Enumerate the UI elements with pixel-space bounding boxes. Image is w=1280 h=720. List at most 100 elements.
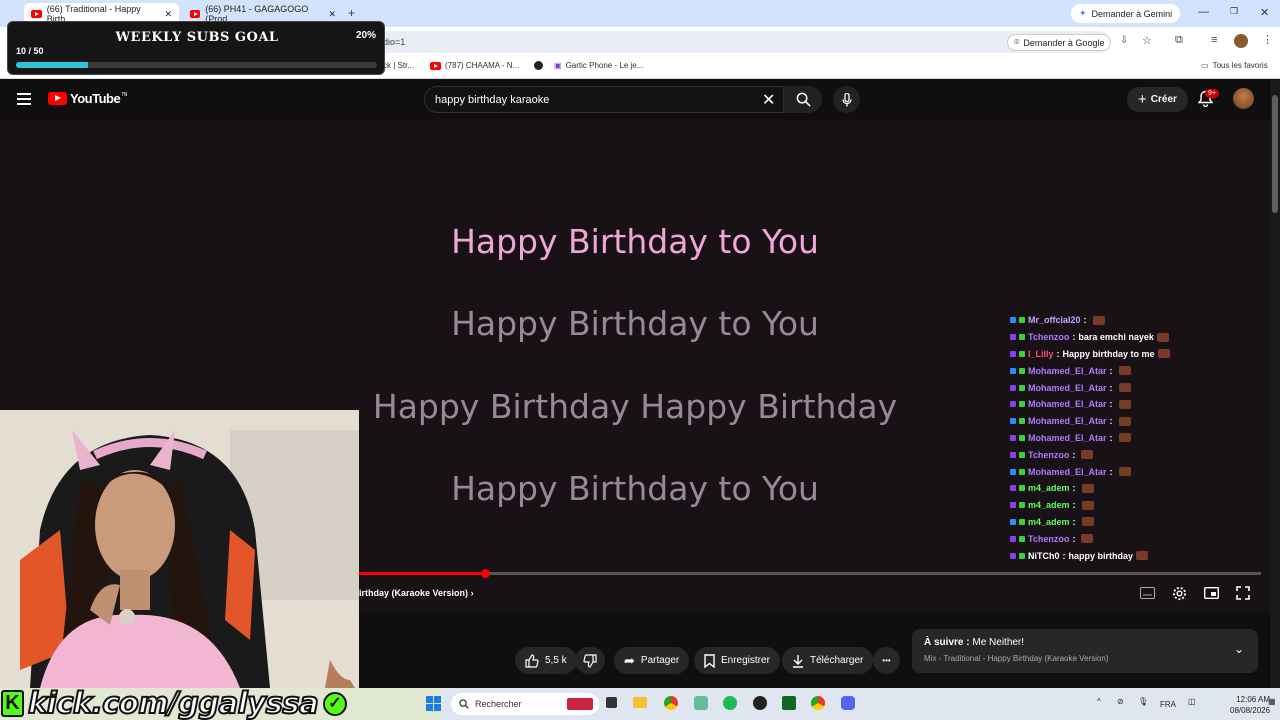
chat-text: bara emchi nayek — [1078, 332, 1154, 343]
browser-menu-icon[interactable]: ⋮ — [1262, 33, 1273, 46]
new-tab-button[interactable]: + — [348, 6, 355, 20]
search-input[interactable]: happy birthday karaoke — [424, 86, 784, 113]
chat-message: Tchenzoo : — [1010, 446, 1260, 463]
bookmark-item[interactable]: ck | Str... — [383, 61, 414, 70]
chat-separator: : — [1072, 483, 1076, 494]
bookmark-item[interactable]: (787) CHAAMA - N... — [430, 61, 519, 70]
chat-text: Happy birthday to me — [1062, 348, 1155, 359]
hamburger-menu-icon[interactable] — [17, 93, 31, 105]
terminal-app-icon[interactable] — [782, 696, 796, 710]
up-next-label: À suivre : — [924, 637, 970, 648]
taskbar-search[interactable]: Rechercher — [451, 693, 599, 715]
gemini-button[interactable]: ✦ Demander à Gemini — [1071, 4, 1181, 23]
tab-close-icon[interactable]: ✕ — [328, 9, 336, 20]
chat-badge-icon — [1019, 485, 1025, 492]
chat-separator: : — [1109, 432, 1113, 443]
verified-check-icon: ✓ — [323, 692, 347, 716]
tray-notification-icon[interactable]: ▦ — [1268, 697, 1276, 706]
snipping-tool-icon[interactable] — [694, 696, 708, 710]
gartic-icon: ▣ — [554, 61, 562, 70]
chat-username: Mohamed_El_Atar — [1028, 432, 1107, 443]
search-button[interactable] — [784, 86, 822, 113]
clear-search-icon[interactable]: ✕ — [762, 90, 775, 110]
spotify-icon[interactable] — [723, 696, 737, 710]
chat-username: Mohamed_El_Atar — [1028, 365, 1107, 376]
chat-username: Mr_offcial20 — [1028, 315, 1081, 326]
bookmark-item[interactable]: ▣ Gartic Phone - Le je... — [554, 61, 643, 70]
bookmark-item[interactable] — [534, 61, 543, 70]
more-actions-button[interactable]: ••• — [873, 647, 900, 674]
task-view-icon[interactable] — [606, 697, 617, 708]
lyric-line-1: Happy Birthday to You — [451, 222, 819, 261]
media-control-icon[interactable]: ≡ — [1211, 34, 1217, 46]
chat-emote-icon — [1092, 315, 1105, 325]
chat-message: NiTCh0 : happy birthday — [1010, 547, 1260, 564]
chat-badge-icon — [1010, 418, 1016, 425]
search-highlight-icon — [567, 698, 593, 710]
share-label: Partager — [640, 655, 680, 666]
chat-badge-icon — [1010, 334, 1016, 341]
dislike-button[interactable] — [575, 647, 605, 674]
taskbar-clock[interactable]: 12:06 AM 08/08/2026 — [1230, 694, 1270, 716]
folder-icon: ▭ — [1201, 61, 1209, 70]
notification-badge: 9+ — [1205, 89, 1219, 98]
like-button[interactable]: 5,5 k — [515, 647, 577, 674]
file-explorer-icon[interactable] — [633, 697, 647, 708]
chat-badge-icon — [1010, 468, 1016, 475]
video-progress-track[interactable] — [359, 572, 1261, 575]
chat-separator: : — [1109, 466, 1113, 477]
chat-badge-icon — [1019, 350, 1025, 357]
share-button[interactable]: ➦ Partager — [614, 647, 690, 674]
subtitles-icon[interactable] — [1140, 586, 1156, 602]
address-bar[interactable]: dio=1 — [375, 31, 1110, 53]
extensions-icon[interactable]: ⧉ — [1175, 34, 1183, 47]
maximize-icon[interactable]: ❐ — [1230, 6, 1238, 17]
account-avatar[interactable] — [1233, 88, 1254, 109]
chat-badge-icon — [1010, 401, 1016, 408]
video-progress-fill — [359, 572, 486, 575]
chat-badge-icon — [1019, 518, 1025, 525]
chat-message: m4_adem : — [1010, 480, 1260, 497]
obs-icon[interactable] — [753, 696, 767, 710]
chat-badge-icon — [1019, 502, 1025, 509]
voice-search-button[interactable] — [833, 86, 860, 113]
up-next-card[interactable]: À suivre : Me Neither! Mix - Traditional… — [912, 629, 1258, 673]
profile-avatar[interactable] — [1234, 34, 1248, 48]
discord-icon[interactable] — [841, 696, 855, 710]
fullscreen-icon[interactable] — [1236, 586, 1252, 602]
create-button[interactable]: + Créer — [1127, 87, 1188, 112]
google-lens-button[interactable]: ⌾ Demander à Google — [1007, 34, 1112, 51]
chevron-down-icon[interactable]: ⌄ — [1234, 642, 1244, 656]
all-bookmarks[interactable]: ▭ Tous les favoris — [1201, 61, 1268, 70]
scrollbar-thumb[interactable] — [1272, 95, 1278, 213]
settings-gear-icon[interactable] — [1172, 586, 1188, 602]
subs-goal-count: 10 / 50 — [16, 46, 44, 56]
close-window-icon[interactable]: ✕ — [1260, 6, 1269, 19]
chat-badge-icon — [1010, 502, 1016, 509]
youtube-logo[interactable]: YouTube TN — [48, 91, 127, 106]
chat-badge-icon — [1010, 317, 1016, 324]
tray-wifi-volume-icon[interactable]: ◫ — [1188, 697, 1196, 706]
youtube-logo-icon — [48, 92, 67, 105]
bookmark-star-icon[interactable]: ☆ — [1142, 34, 1152, 47]
windows-start-icon[interactable] — [426, 696, 441, 711]
minimize-icon[interactable]: — — [1198, 6, 1209, 18]
install-icon[interactable]: ⇩ — [1120, 35, 1128, 46]
chat-separator: : — [1062, 550, 1066, 561]
tray-chevron-icon[interactable]: ^ — [1097, 697, 1101, 706]
download-button[interactable]: Télécharger — [782, 647, 874, 674]
subs-goal-title: WEEKLY SUBS GOAL — [115, 30, 279, 45]
chat-username: Tchenzoo — [1028, 332, 1070, 343]
search-icon — [459, 699, 469, 709]
keyboard-language[interactable]: FRA — [1160, 700, 1176, 709]
video-chapter-title[interactable]: irthday (Karaoke Version) › — [359, 588, 474, 598]
logo-region: TN — [121, 91, 127, 98]
tab-close-icon[interactable]: ✕ — [164, 9, 172, 20]
tray-network-icon[interactable]: ⊘ — [1117, 697, 1124, 706]
tray-mic-icon[interactable]: 🎙 — [1138, 697, 1148, 706]
chrome-profile-icon[interactable] — [811, 696, 825, 710]
save-button[interactable]: Enregistrer — [694, 647, 780, 674]
chat-badge-icon — [1010, 535, 1016, 542]
chrome-icon[interactable] — [664, 696, 678, 710]
miniplayer-icon[interactable] — [1203, 586, 1220, 602]
